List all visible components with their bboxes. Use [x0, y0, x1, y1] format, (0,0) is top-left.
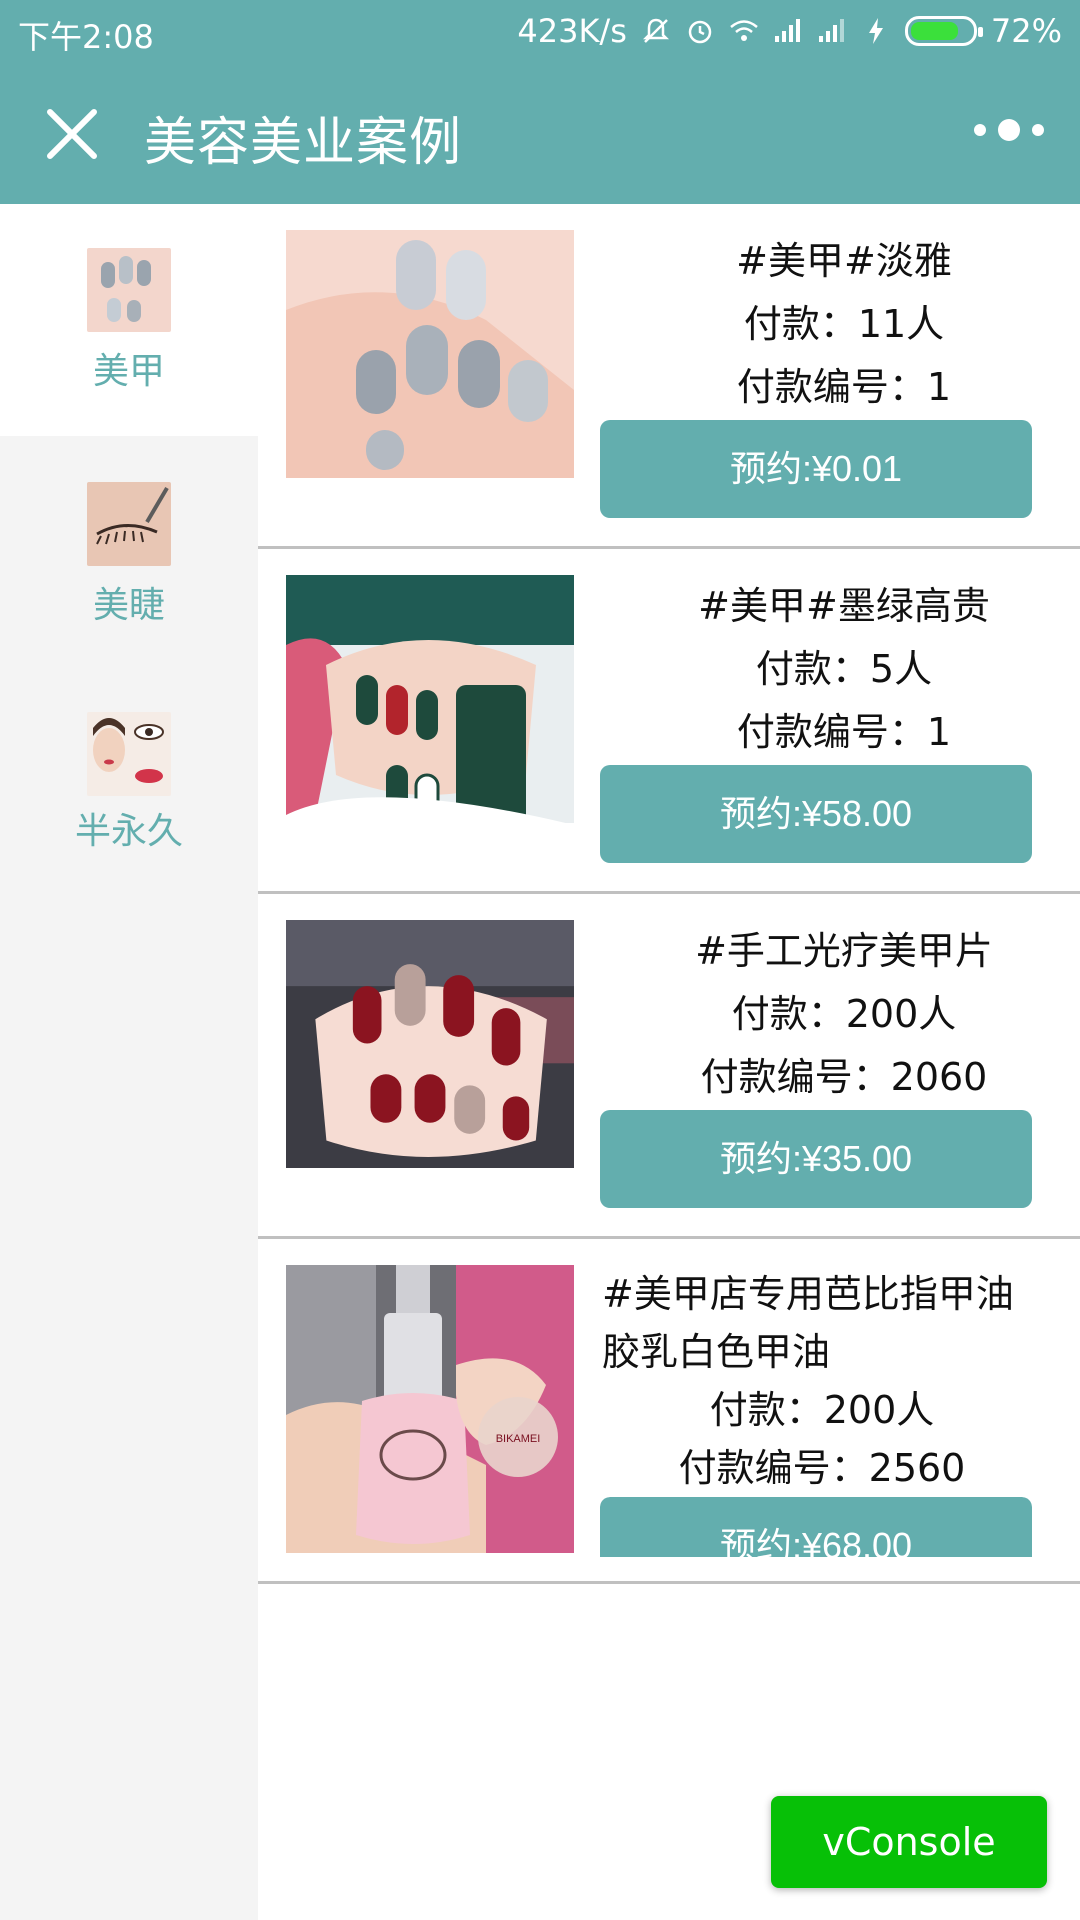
more-dot	[998, 119, 1020, 141]
product-card[interactable]: #美甲#淡雅 付款：11人 付款编号：1 预约:¥0.01	[258, 204, 1080, 549]
product-code: 付款编号：2560	[678, 1446, 966, 1490]
sidebar-item-label: 美睫	[92, 585, 165, 626]
more-icon[interactable]	[974, 110, 1044, 150]
status-icons: 423K/s 72%	[517, 12, 1062, 50]
product-title: #美甲店专用芭比指甲油胶乳白色甲油	[602, 1272, 1014, 1374]
product-card[interactable]: #美甲#墨绿高贵 付款：5人 付款编号：1 预约:¥58.00	[258, 549, 1080, 894]
signal-icon	[818, 19, 844, 42]
product-card[interactable]: #手工光疗美甲片 付款：200人 付款编号：2060 预约:¥35.00	[258, 894, 1080, 1239]
book-button[interactable]: 预约:¥58.00	[600, 765, 1032, 863]
more-dot	[1032, 124, 1044, 136]
product-card[interactable]: BIKAMEI #美甲店专用芭比指甲油胶乳白色甲油 付款：200人 付款编号：2…	[258, 1239, 1080, 1584]
product-paid-count: 付款：200人	[709, 1388, 935, 1432]
sidebar-item-label: 美甲	[92, 351, 165, 392]
battery-icon	[904, 16, 983, 46]
bottle-label: BIKAMEI	[496, 1433, 541, 1445]
product-title: #美甲#淡雅	[736, 239, 952, 283]
product-code: 付款编号：1	[736, 710, 952, 754]
semi-permanent-thumbnail	[87, 712, 171, 796]
book-button[interactable]: 预约:¥0.01	[600, 420, 1032, 518]
sidebar-item-nails[interactable]: 美甲	[0, 204, 258, 436]
product-title: #美甲#墨绿高贵	[698, 584, 990, 628]
battery-fill	[910, 22, 958, 40]
charging-icon	[868, 18, 883, 44]
product-image: BIKAMEI	[286, 1265, 574, 1553]
product-info: #手工光疗美甲片 付款：200人 付款编号：2060	[596, 920, 1080, 1109]
book-button[interactable]: 预约:¥68.00	[600, 1497, 1032, 1557]
product-image	[286, 920, 574, 1168]
wifi-icon	[730, 20, 758, 41]
product-image	[286, 230, 574, 478]
status-time: 下午2:08	[18, 18, 154, 56]
battery-nub	[977, 27, 983, 37]
signal-icon	[774, 19, 800, 42]
product-code: 付款编号：1	[736, 365, 952, 409]
network-speed: 423K/s	[517, 12, 627, 50]
battery-percent: 72%	[990, 12, 1062, 50]
product-paid-count: 付款：200人	[731, 992, 957, 1036]
more-dot	[974, 124, 986, 136]
product-list: #美甲#淡雅 付款：11人 付款编号：1 预约:¥0.01 #美甲#墨绿高贵 付…	[258, 204, 1080, 1920]
lashes-thumbnail	[87, 482, 171, 566]
page-title: 美容美业案例	[144, 113, 463, 173]
product-info: #美甲店专用芭比指甲油胶乳白色甲油 付款：200人 付款编号：2560	[602, 1265, 1080, 1497]
product-paid-count: 付款：11人	[743, 302, 945, 346]
product-image	[286, 575, 574, 823]
product-info: #美甲#淡雅 付款：11人 付款编号：1	[596, 230, 1080, 419]
status-bar: 下午2:08 423K/s 72%	[0, 0, 1080, 62]
alarm-icon	[688, 20, 712, 44]
vconsole-button[interactable]: vConsole	[771, 1796, 1047, 1888]
book-button[interactable]: 预约:¥35.00	[600, 1110, 1032, 1208]
mute-icon	[642, 18, 669, 43]
sidebar-item-semi-permanent[interactable]: 半永久	[0, 668, 258, 900]
nav-bar: 美容美业案例	[0, 62, 1080, 204]
sidebar-item-label: 半永久	[74, 811, 183, 852]
book-button-clip: 预约:¥68.00	[600, 1497, 1032, 1557]
product-code: 付款编号：2060	[700, 1055, 988, 1099]
close-icon[interactable]	[40, 102, 104, 166]
nails-thumbnail	[87, 248, 171, 332]
product-info: #美甲#墨绿高贵 付款：5人 付款编号：1	[596, 575, 1080, 764]
sidebar-item-lashes[interactable]: 美睫	[0, 436, 258, 668]
product-paid-count: 付款：5人	[755, 647, 933, 691]
product-title: #手工光疗美甲片	[695, 929, 993, 973]
category-sidebar: 美甲 美睫 半永久	[0, 204, 258, 1920]
